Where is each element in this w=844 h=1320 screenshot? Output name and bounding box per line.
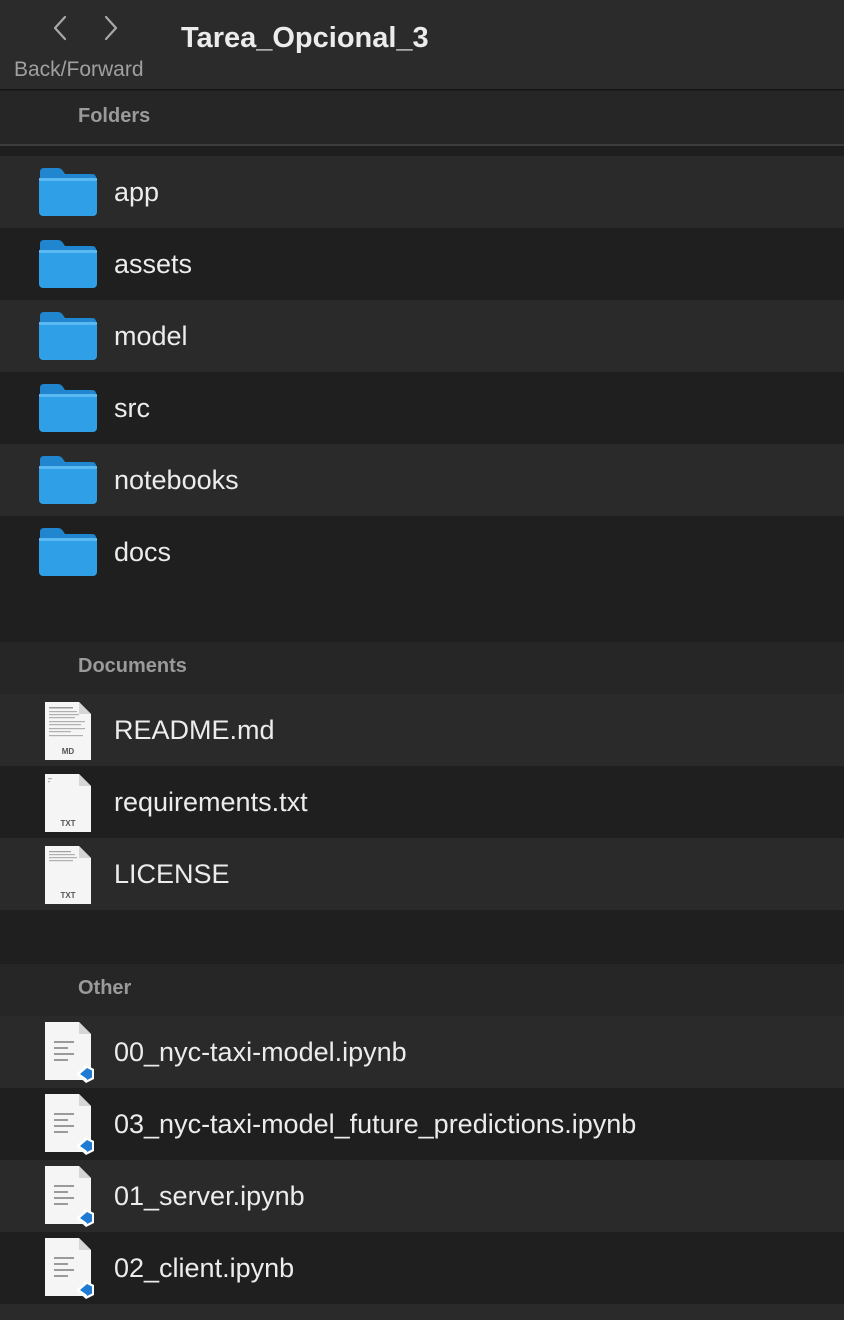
list-item[interactable]: TXT LICENSE xyxy=(0,838,844,910)
file-badge: MD xyxy=(62,747,75,756)
list-item[interactable]: app xyxy=(0,156,844,228)
list-item[interactable]: 03_nyc-taxi-model_future_predictions.ipy… xyxy=(0,1088,844,1160)
empty-row xyxy=(0,1304,844,1320)
item-name: 02_client.ipynb xyxy=(114,1253,295,1283)
section-title: Folders xyxy=(78,105,151,127)
folder-icon xyxy=(39,312,97,360)
item-name: requirements.txt xyxy=(114,787,308,817)
forward-button[interactable] xyxy=(93,12,129,44)
list-item[interactable]: 01_server.ipynb xyxy=(0,1160,844,1232)
section-header-other: Other xyxy=(0,964,844,1016)
file-badge: TXT xyxy=(60,819,75,828)
list-item[interactable]: src xyxy=(0,372,844,444)
file-badge: TXT xyxy=(60,891,75,900)
section-header-folders: Folders xyxy=(0,91,844,144)
folder-icon xyxy=(39,168,97,216)
folder-icon xyxy=(39,528,97,576)
spacer xyxy=(0,910,844,964)
item-name: assets xyxy=(114,249,193,279)
list-item[interactable]: 02_client.ipynb xyxy=(0,1232,844,1304)
folder-icon xyxy=(39,384,97,432)
text-file-icon: TXT xyxy=(45,774,91,832)
folder-icon xyxy=(39,240,97,288)
section-header-documents: Documents xyxy=(0,642,844,694)
file-list: Folders app assets model src notebooks d… xyxy=(0,91,844,1320)
item-name: app xyxy=(114,177,160,207)
section-title: Documents xyxy=(78,655,187,677)
item-name: docs xyxy=(114,537,172,567)
item-name: src xyxy=(114,393,150,423)
notebook-file-icon xyxy=(45,1166,94,1227)
chevron-right-icon xyxy=(104,15,118,41)
notebook-file-icon xyxy=(45,1238,94,1299)
folder-icon xyxy=(39,456,97,504)
list-item[interactable]: docs xyxy=(0,516,844,588)
list-item[interactable]: notebooks xyxy=(0,444,844,516)
list-item[interactable]: 00_nyc-taxi-model.ipynb xyxy=(0,1016,844,1088)
item-name: 00_nyc-taxi-model.ipynb xyxy=(114,1037,407,1067)
item-name: 03_nyc-taxi-model_future_predictions.ipy… xyxy=(114,1109,637,1139)
item-name: LICENSE xyxy=(114,859,230,889)
back-forward-label: Back/Forward xyxy=(14,58,144,81)
notebook-file-icon xyxy=(45,1022,94,1083)
list-item[interactable]: assets xyxy=(0,228,844,300)
notebook-file-icon xyxy=(45,1094,94,1155)
list-item[interactable]: model xyxy=(0,300,844,372)
item-name: 01_server.ipynb xyxy=(114,1181,305,1211)
item-name: notebooks xyxy=(114,465,239,495)
item-name: README.md xyxy=(114,715,275,745)
text-file-icon: TXT xyxy=(45,846,91,904)
list-item[interactable]: MD README.md xyxy=(0,694,844,766)
markdown-file-icon: MD xyxy=(45,702,91,760)
chevron-left-icon xyxy=(53,15,67,41)
section-title: Other xyxy=(78,977,132,999)
list-item[interactable]: TXT requirements.txt xyxy=(0,766,844,838)
window-title: Tarea_Opcional_3 xyxy=(181,22,429,54)
toolbar: Back/Forward Tarea_Opcional_3 xyxy=(0,0,844,90)
divider xyxy=(0,144,844,146)
item-name: model xyxy=(114,321,188,351)
back-button[interactable] xyxy=(42,12,78,44)
spacer xyxy=(0,588,844,642)
